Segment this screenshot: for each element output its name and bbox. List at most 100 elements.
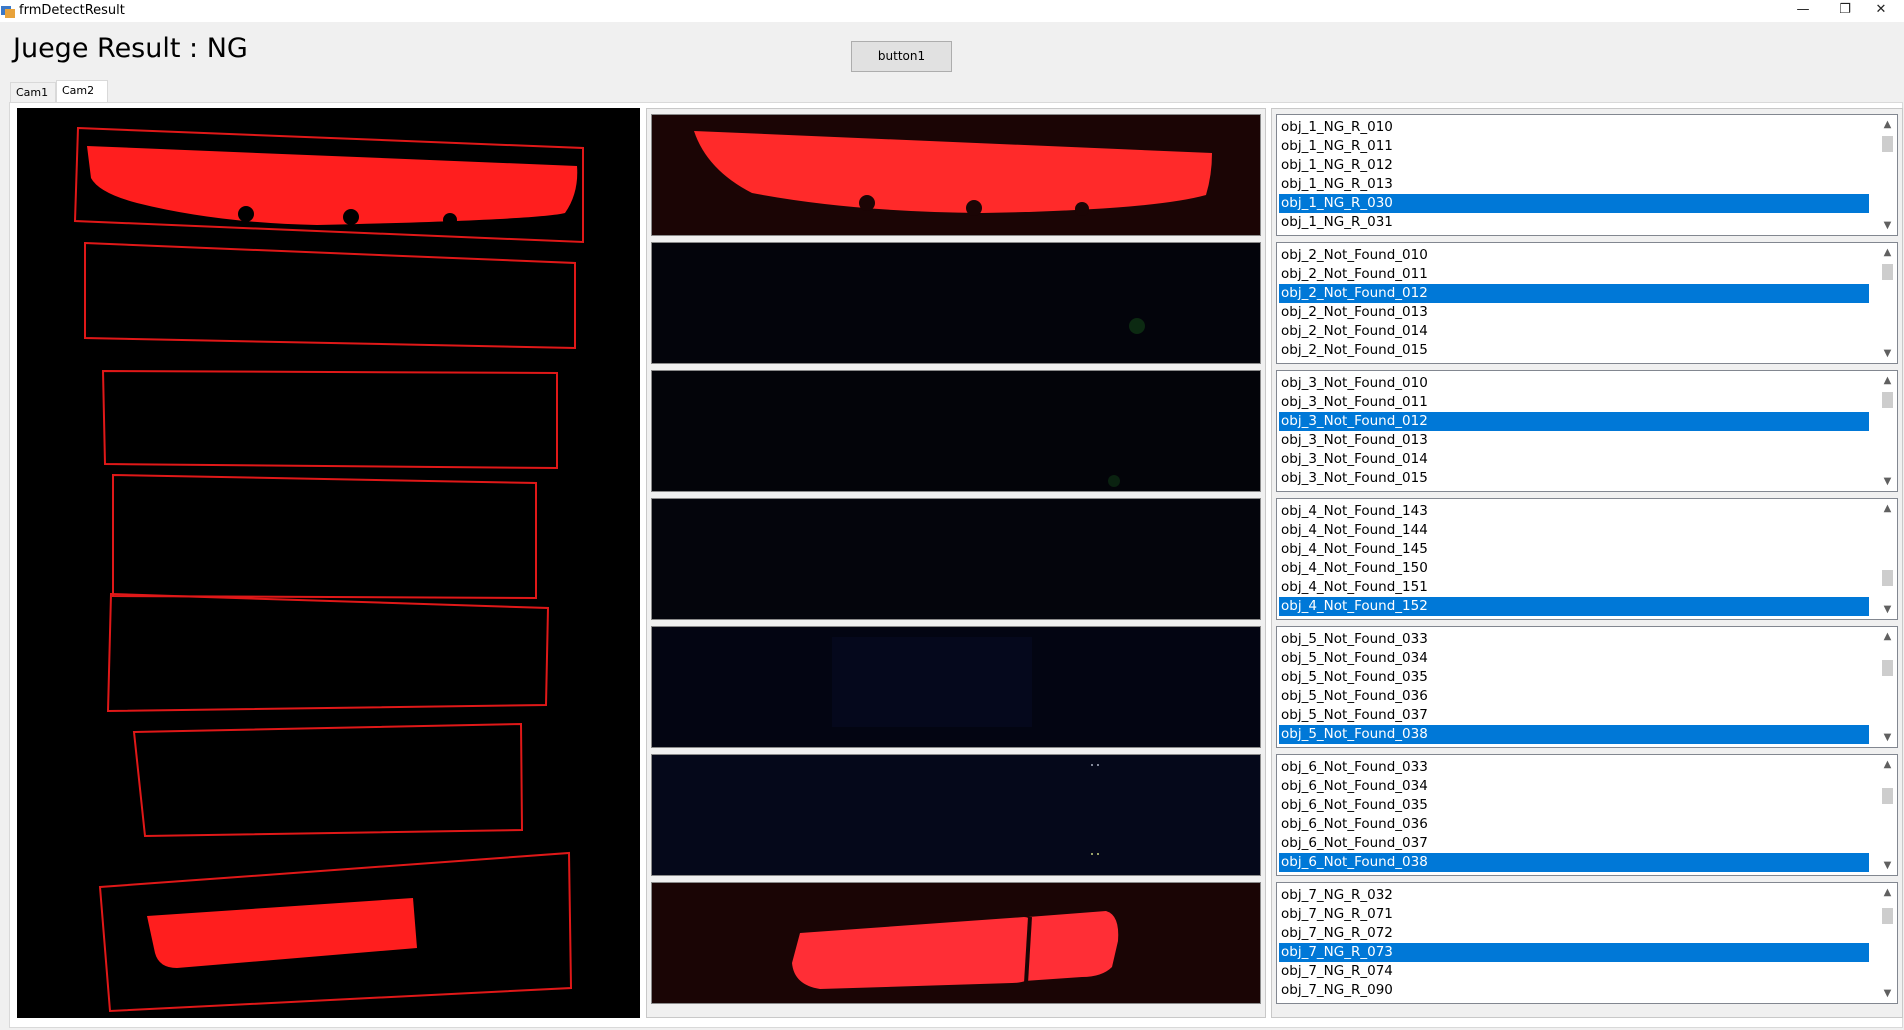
scroll-up-icon[interactable]: ▲ <box>1879 884 1896 901</box>
judge-result-label: Juege Result : NG <box>13 33 248 64</box>
list-item[interactable]: obj_7_NG_R_072 <box>1279 924 1869 943</box>
list-item[interactable]: obj_4_Not_Found_151 <box>1279 578 1869 597</box>
list-item-selected[interactable]: obj_4_Not_Found_152 <box>1279 597 1869 616</box>
minimize-button[interactable]: — <box>1780 0 1826 22</box>
result-list-obj-5: obj_5_Not_Found_033 obj_5_Not_Found_034 … <box>1279 630 1869 744</box>
thumbnail-obj-5-canvas <box>652 627 1260 747</box>
scroll-down-icon[interactable]: ▼ <box>1879 217 1896 234</box>
result-listbox-obj-3[interactable]: obj_3_Not_Found_010 obj_3_Not_Found_011 … <box>1276 370 1898 492</box>
list-item[interactable]: obj_1_NG_R_013 <box>1279 175 1869 194</box>
result-listbox-obj-5[interactable]: obj_5_Not_Found_033 obj_5_Not_Found_034 … <box>1276 626 1898 748</box>
scrollbar[interactable]: ▲ ▼ <box>1879 884 1896 1002</box>
list-item[interactable]: obj_7_NG_R_071 <box>1279 905 1869 924</box>
scroll-down-icon[interactable]: ▼ <box>1879 985 1896 1002</box>
list-item[interactable]: obj_2_Not_Found_013 <box>1279 303 1869 322</box>
list-item-selected[interactable]: obj_1_NG_R_030 <box>1279 194 1869 213</box>
app-icon <box>1 6 15 18</box>
thumbnail-obj-7-canvas <box>652 883 1260 1003</box>
list-item[interactable]: obj_6_Not_Found_033 <box>1279 758 1869 777</box>
list-item[interactable]: obj_1_NG_R_010 <box>1279 118 1869 137</box>
list-item[interactable]: obj_2_Not_Found_010 <box>1279 246 1869 265</box>
tab-cam1[interactable]: Cam1 <box>10 82 56 103</box>
detect-box-3 <box>101 369 558 470</box>
detect-box-6 <box>132 722 524 838</box>
thumbnail-obj-3-canvas <box>652 371 1260 491</box>
scroll-up-icon[interactable]: ▲ <box>1879 628 1896 645</box>
thumbnail-obj-1 <box>651 114 1261 236</box>
result-listbox-obj-4[interactable]: obj_4_Not_Found_143 obj_4_Not_Found_144 … <box>1276 498 1898 620</box>
scroll-up-icon[interactable]: ▲ <box>1879 500 1896 517</box>
result-listbox-obj-6[interactable]: obj_6_Not_Found_033 obj_6_Not_Found_034 … <box>1276 754 1898 876</box>
scroll-up-icon[interactable]: ▲ <box>1879 756 1896 773</box>
scroll-thumb[interactable] <box>1882 392 1893 408</box>
list-item[interactable]: obj_5_Not_Found_033 <box>1279 630 1869 649</box>
list-item[interactable]: obj_3_Not_Found_013 <box>1279 431 1869 450</box>
list-item[interactable]: obj_7_NG_R_074 <box>1279 962 1869 981</box>
list-item[interactable]: obj_5_Not_Found_034 <box>1279 649 1869 668</box>
scrollbar[interactable]: ▲ ▼ <box>1879 500 1896 618</box>
list-item[interactable]: obj_2_Not_Found_014 <box>1279 322 1869 341</box>
scroll-down-icon[interactable]: ▼ <box>1879 729 1896 746</box>
result-listbox-obj-7[interactable]: obj_7_NG_R_032 obj_7_NG_R_071 obj_7_NG_R… <box>1276 882 1898 1004</box>
thumbnail-obj-6-dot-2 <box>1097 764 1099 766</box>
scroll-thumb[interactable] <box>1882 136 1893 152</box>
thumbnail-obj-6-dot-1 <box>1091 764 1093 766</box>
scrollbar[interactable]: ▲ ▼ <box>1879 628 1896 746</box>
result-listbox-obj-2[interactable]: obj_2_Not_Found_010 obj_2_Not_Found_011 … <box>1276 242 1898 364</box>
thumbnail-obj-5 <box>651 626 1261 748</box>
scrollbar[interactable]: ▲ ▼ <box>1879 116 1896 234</box>
list-item-selected[interactable]: obj_7_NG_R_073 <box>1279 943 1869 962</box>
scroll-down-icon[interactable]: ▼ <box>1879 473 1896 490</box>
list-item[interactable]: obj_5_Not_Found_035 <box>1279 668 1869 687</box>
result-listbox-obj-1[interactable]: obj_1_NG_R_010 obj_1_NG_R_011 obj_1_NG_R… <box>1276 114 1898 236</box>
list-item[interactable]: obj_5_Not_Found_037 <box>1279 706 1869 725</box>
scrollbar[interactable]: ▲ ▼ <box>1879 756 1896 874</box>
scroll-up-icon[interactable]: ▲ <box>1879 116 1896 133</box>
list-item[interactable]: obj_6_Not_Found_034 <box>1279 777 1869 796</box>
scroll-thumb[interactable] <box>1882 570 1893 586</box>
scrollbar[interactable]: ▲ ▼ <box>1879 244 1896 362</box>
scroll-thumb[interactable] <box>1882 908 1893 924</box>
detect-box-4 <box>112 473 537 600</box>
list-item[interactable]: obj_3_Not_Found_010 <box>1279 374 1869 393</box>
list-item[interactable]: obj_4_Not_Found_144 <box>1279 521 1869 540</box>
list-item[interactable]: obj_3_Not_Found_015 <box>1279 469 1869 488</box>
list-item[interactable]: obj_4_Not_Found_150 <box>1279 559 1869 578</box>
list-item[interactable]: obj_6_Not_Found_037 <box>1279 834 1869 853</box>
scroll-up-icon[interactable]: ▲ <box>1879 372 1896 389</box>
list-item-selected[interactable]: obj_5_Not_Found_038 <box>1279 725 1869 744</box>
list-item[interactable]: obj_4_Not_Found_143 <box>1279 502 1869 521</box>
scroll-down-icon[interactable]: ▼ <box>1879 857 1896 874</box>
detect-box-2 <box>84 241 576 350</box>
scroll-up-icon[interactable]: ▲ <box>1879 244 1896 261</box>
list-item[interactable]: obj_2_Not_Found_011 <box>1279 265 1869 284</box>
list-item[interactable]: obj_2_Not_Found_015 <box>1279 341 1869 360</box>
list-item-selected[interactable]: obj_6_Not_Found_038 <box>1279 853 1869 872</box>
detect-box-5 <box>106 592 550 713</box>
close-button[interactable]: ✕ <box>1858 0 1904 22</box>
detect-result-window: frmDetectResult — ❐ ✕ Juege Result : NG … <box>0 0 1904 1030</box>
list-item[interactable]: obj_7_NG_R_090 <box>1279 981 1869 1000</box>
list-item[interactable]: obj_4_Not_Found_145 <box>1279 540 1869 559</box>
scrollbar[interactable]: ▲ ▼ <box>1879 372 1896 490</box>
list-item[interactable]: obj_3_Not_Found_011 <box>1279 393 1869 412</box>
list-item[interactable]: obj_5_Not_Found_036 <box>1279 687 1869 706</box>
list-item[interactable]: obj_1_NG_R_012 <box>1279 156 1869 175</box>
list-item[interactable]: obj_7_NG_R_032 <box>1279 886 1869 905</box>
tab-cam2[interactable]: Cam2 <box>56 80 108 103</box>
list-item-selected[interactable]: obj_2_Not_Found_012 <box>1279 284 1869 303</box>
button1[interactable]: button1 <box>851 41 952 72</box>
overview-image <box>17 108 640 1018</box>
list-item[interactable]: obj_6_Not_Found_035 <box>1279 796 1869 815</box>
list-item[interactable]: obj_1_NG_R_011 <box>1279 137 1869 156</box>
overview-lamp-1 <box>87 146 578 225</box>
scroll-thumb[interactable] <box>1882 264 1893 280</box>
scroll-thumb[interactable] <box>1882 660 1893 676</box>
scroll-down-icon[interactable]: ▼ <box>1879 345 1896 362</box>
list-item-selected[interactable]: obj_3_Not_Found_012 <box>1279 412 1869 431</box>
list-item[interactable]: obj_1_NG_R_031 <box>1279 213 1869 232</box>
scroll-down-icon[interactable]: ▼ <box>1879 601 1896 618</box>
scroll-thumb[interactable] <box>1882 788 1893 804</box>
list-item[interactable]: obj_6_Not_Found_036 <box>1279 815 1869 834</box>
list-item[interactable]: obj_3_Not_Found_014 <box>1279 450 1869 469</box>
